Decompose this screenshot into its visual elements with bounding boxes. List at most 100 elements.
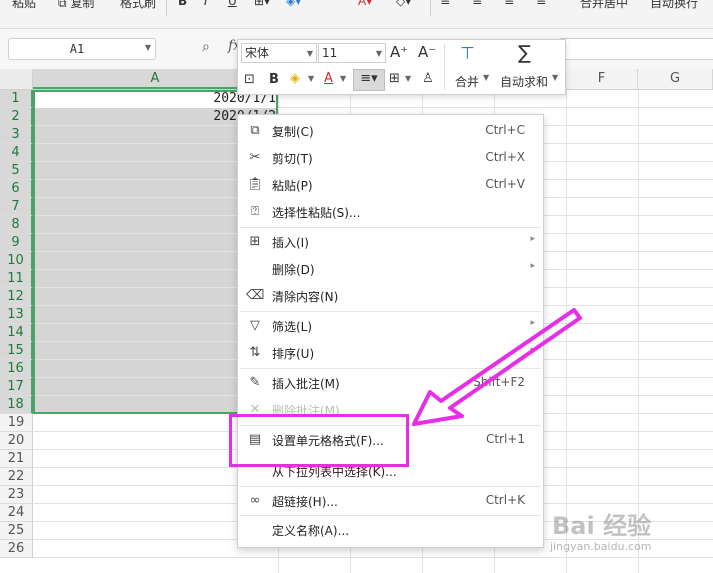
scissors-icon: ✂: [249, 150, 261, 165]
border-icon[interactable]: ⊞: [389, 71, 400, 86]
ribbon-eraser-icon[interactable]: ◇▾: [396, 0, 411, 8]
menu-item-insert-comment[interactable]: ✎ 插入批注(M) Shift+F2: [238, 370, 543, 396]
row-header[interactable]: 5: [0, 162, 33, 180]
merge-button[interactable]: 合并: [455, 73, 479, 90]
wrap-icon[interactable]: ⊡: [244, 72, 255, 87]
menu-separator: [240, 311, 541, 312]
row-header[interactable]: 19: [0, 414, 33, 432]
filter-icon: ▽: [250, 318, 260, 333]
menu-item-hyperlink[interactable]: ∞ 超链接(H)... Ctrl+K: [238, 488, 543, 514]
merge-center-button[interactable]: 合并居中: [580, 0, 628, 11]
row-header[interactable]: 25: [0, 522, 33, 540]
font-size-select[interactable]: 11 ▼: [318, 43, 386, 63]
copy-button[interactable]: ⧉ 复制: [58, 0, 94, 11]
row-header[interactable]: 22: [0, 468, 33, 486]
fill-color-icon[interactable]: ◈: [290, 71, 300, 86]
menu-item-clear-contents[interactable]: ⌫ 清除内容(N): [238, 283, 543, 309]
row-header[interactable]: 8: [0, 216, 33, 234]
eraser-icon: ⌫: [246, 288, 265, 303]
name-box[interactable]: A1 ▼: [8, 38, 156, 60]
paste-button[interactable]: 粘贴: [12, 0, 36, 11]
ribbon-justify-icon[interactable]: ≡: [536, 0, 546, 8]
menu-item-paste[interactable]: 📋︎ 粘贴(P) Ctrl+V: [238, 172, 543, 198]
comment-icon: ✎: [249, 375, 261, 390]
chevron-down-icon[interactable]: ▼: [405, 74, 411, 83]
toolbar-divider: [444, 44, 445, 90]
ribbon-divider: [430, 0, 431, 16]
row-header[interactable]: 12: [0, 288, 33, 306]
chevron-down-icon: ▼: [375, 49, 382, 58]
bold-button[interactable]: B: [269, 72, 279, 87]
chevron-down-icon[interactable]: ▼: [340, 74, 346, 83]
row-header[interactable]: 10: [0, 252, 33, 270]
row-header[interactable]: 1: [0, 90, 33, 108]
menu-item-insert[interactable]: ⊞ 插入(I) ▸: [238, 229, 543, 255]
menu-item-cut[interactable]: ✂ 剪切(T) Ctrl+X: [238, 145, 543, 171]
menu-item-define-name[interactable]: 定义名称(A)...: [238, 517, 543, 543]
menu-item-delete[interactable]: 删除(D) ▸: [238, 256, 543, 282]
watermark-url: jingyan.baidu.com: [550, 540, 652, 553]
grow-font-button[interactable]: A⁺: [390, 43, 408, 61]
shrink-font-button[interactable]: A⁻: [418, 43, 436, 61]
ribbon-align-left-icon[interactable]: ≡: [440, 0, 450, 8]
chevron-right-icon: ▸: [530, 345, 535, 355]
ribbon-italic-button[interactable]: I: [204, 0, 208, 8]
menu-item-copy[interactable]: ⧉ 复制(C) Ctrl+C: [238, 118, 543, 144]
select-all-corner[interactable]: [0, 69, 33, 89]
formula-input[interactable]: [560, 38, 713, 60]
row-header[interactable]: 7: [0, 198, 33, 216]
ribbon-border-icon[interactable]: ⊞▾: [254, 0, 270, 8]
chevron-down-icon[interactable]: ▼: [483, 73, 489, 82]
row-header[interactable]: 6: [0, 180, 33, 198]
ribbon-fill-color-icon[interactable]: ◈▾: [286, 0, 301, 8]
row-header[interactable]: 18: [0, 396, 33, 414]
row-header[interactable]: 9: [0, 234, 33, 252]
ribbon-align-center-icon[interactable]: ≡: [472, 0, 482, 8]
menu-separator: [240, 368, 541, 369]
font-name-select[interactable]: 宋体 ▼: [241, 43, 317, 63]
ribbon-font-color-icon[interactable]: A▾: [358, 0, 372, 8]
row-header[interactable]: 26: [0, 540, 33, 558]
row-header[interactable]: 24: [0, 504, 33, 522]
row-header[interactable]: 2: [0, 108, 33, 126]
menu-item-paste-special[interactable]: ⍰ 选择性粘贴(S)...: [238, 199, 543, 225]
context-menu: ⧉ 复制(C) Ctrl+C ✂ 剪切(T) Ctrl+X 📋︎ 粘贴(P) C…: [237, 114, 544, 548]
clipboard-icon: 📋︎: [246, 177, 264, 192]
row-header[interactable]: 4: [0, 144, 33, 162]
row-header[interactable]: 3: [0, 126, 33, 144]
zoom-icon[interactable]: ⌕: [202, 39, 210, 55]
chevron-right-icon: ▸: [530, 318, 535, 328]
ribbon-underline-button[interactable]: U: [228, 0, 237, 8]
row-header[interactable]: 13: [0, 306, 33, 324]
wrap-text-button[interactable]: 自动换行: [650, 0, 698, 11]
row-header[interactable]: 14: [0, 324, 33, 342]
sigma-icon[interactable]: ∑: [518, 42, 531, 64]
format-painter-icon[interactable]: ♙: [422, 71, 434, 86]
menu-item-filter[interactable]: ▽ 筛选(L) ▸: [238, 313, 543, 339]
row-header[interactable]: 16: [0, 360, 33, 378]
menu-item-sort[interactable]: ⇅ 排序(U) ▸: [238, 340, 543, 366]
format-painter-button[interactable]: 格式刷: [120, 0, 156, 11]
font-color-icon[interactable]: A: [324, 71, 333, 86]
align-center-icon[interactable]: ≡▾: [353, 69, 385, 91]
row-header[interactable]: 17: [0, 378, 33, 396]
menu-separator: [240, 515, 541, 516]
ribbon-bold-button[interactable]: B: [178, 0, 187, 8]
ribbon-align-right-icon[interactable]: ≡: [504, 0, 514, 8]
row-header[interactable]: 20: [0, 432, 33, 450]
column-header-g[interactable]: G: [638, 69, 713, 89]
chevron-down-icon[interactable]: ▼: [308, 74, 314, 83]
row-header[interactable]: 15: [0, 342, 33, 360]
merge-icon[interactable]: ⊤: [460, 44, 475, 64]
copy-icon: ⧉: [58, 0, 67, 10]
chevron-down-icon[interactable]: ▼: [552, 73, 558, 82]
watermark-logo: Bai 经验: [552, 512, 652, 540]
sort-icon: ⇅: [249, 345, 261, 360]
row-header[interactable]: 23: [0, 486, 33, 504]
row-header[interactable]: 11: [0, 270, 33, 288]
mini-toolbar: 宋体 ▼ 11 ▼ A⁺ A⁻ ⊤ 合并 ▼ ∑ 自动求和 ▼ ⊡ B ◈ ▼ …: [237, 39, 566, 95]
column-header-f[interactable]: F: [566, 69, 638, 89]
row-header[interactable]: 21: [0, 450, 33, 468]
grid-line: [566, 90, 567, 573]
autosum-button[interactable]: 自动求和: [500, 73, 548, 90]
